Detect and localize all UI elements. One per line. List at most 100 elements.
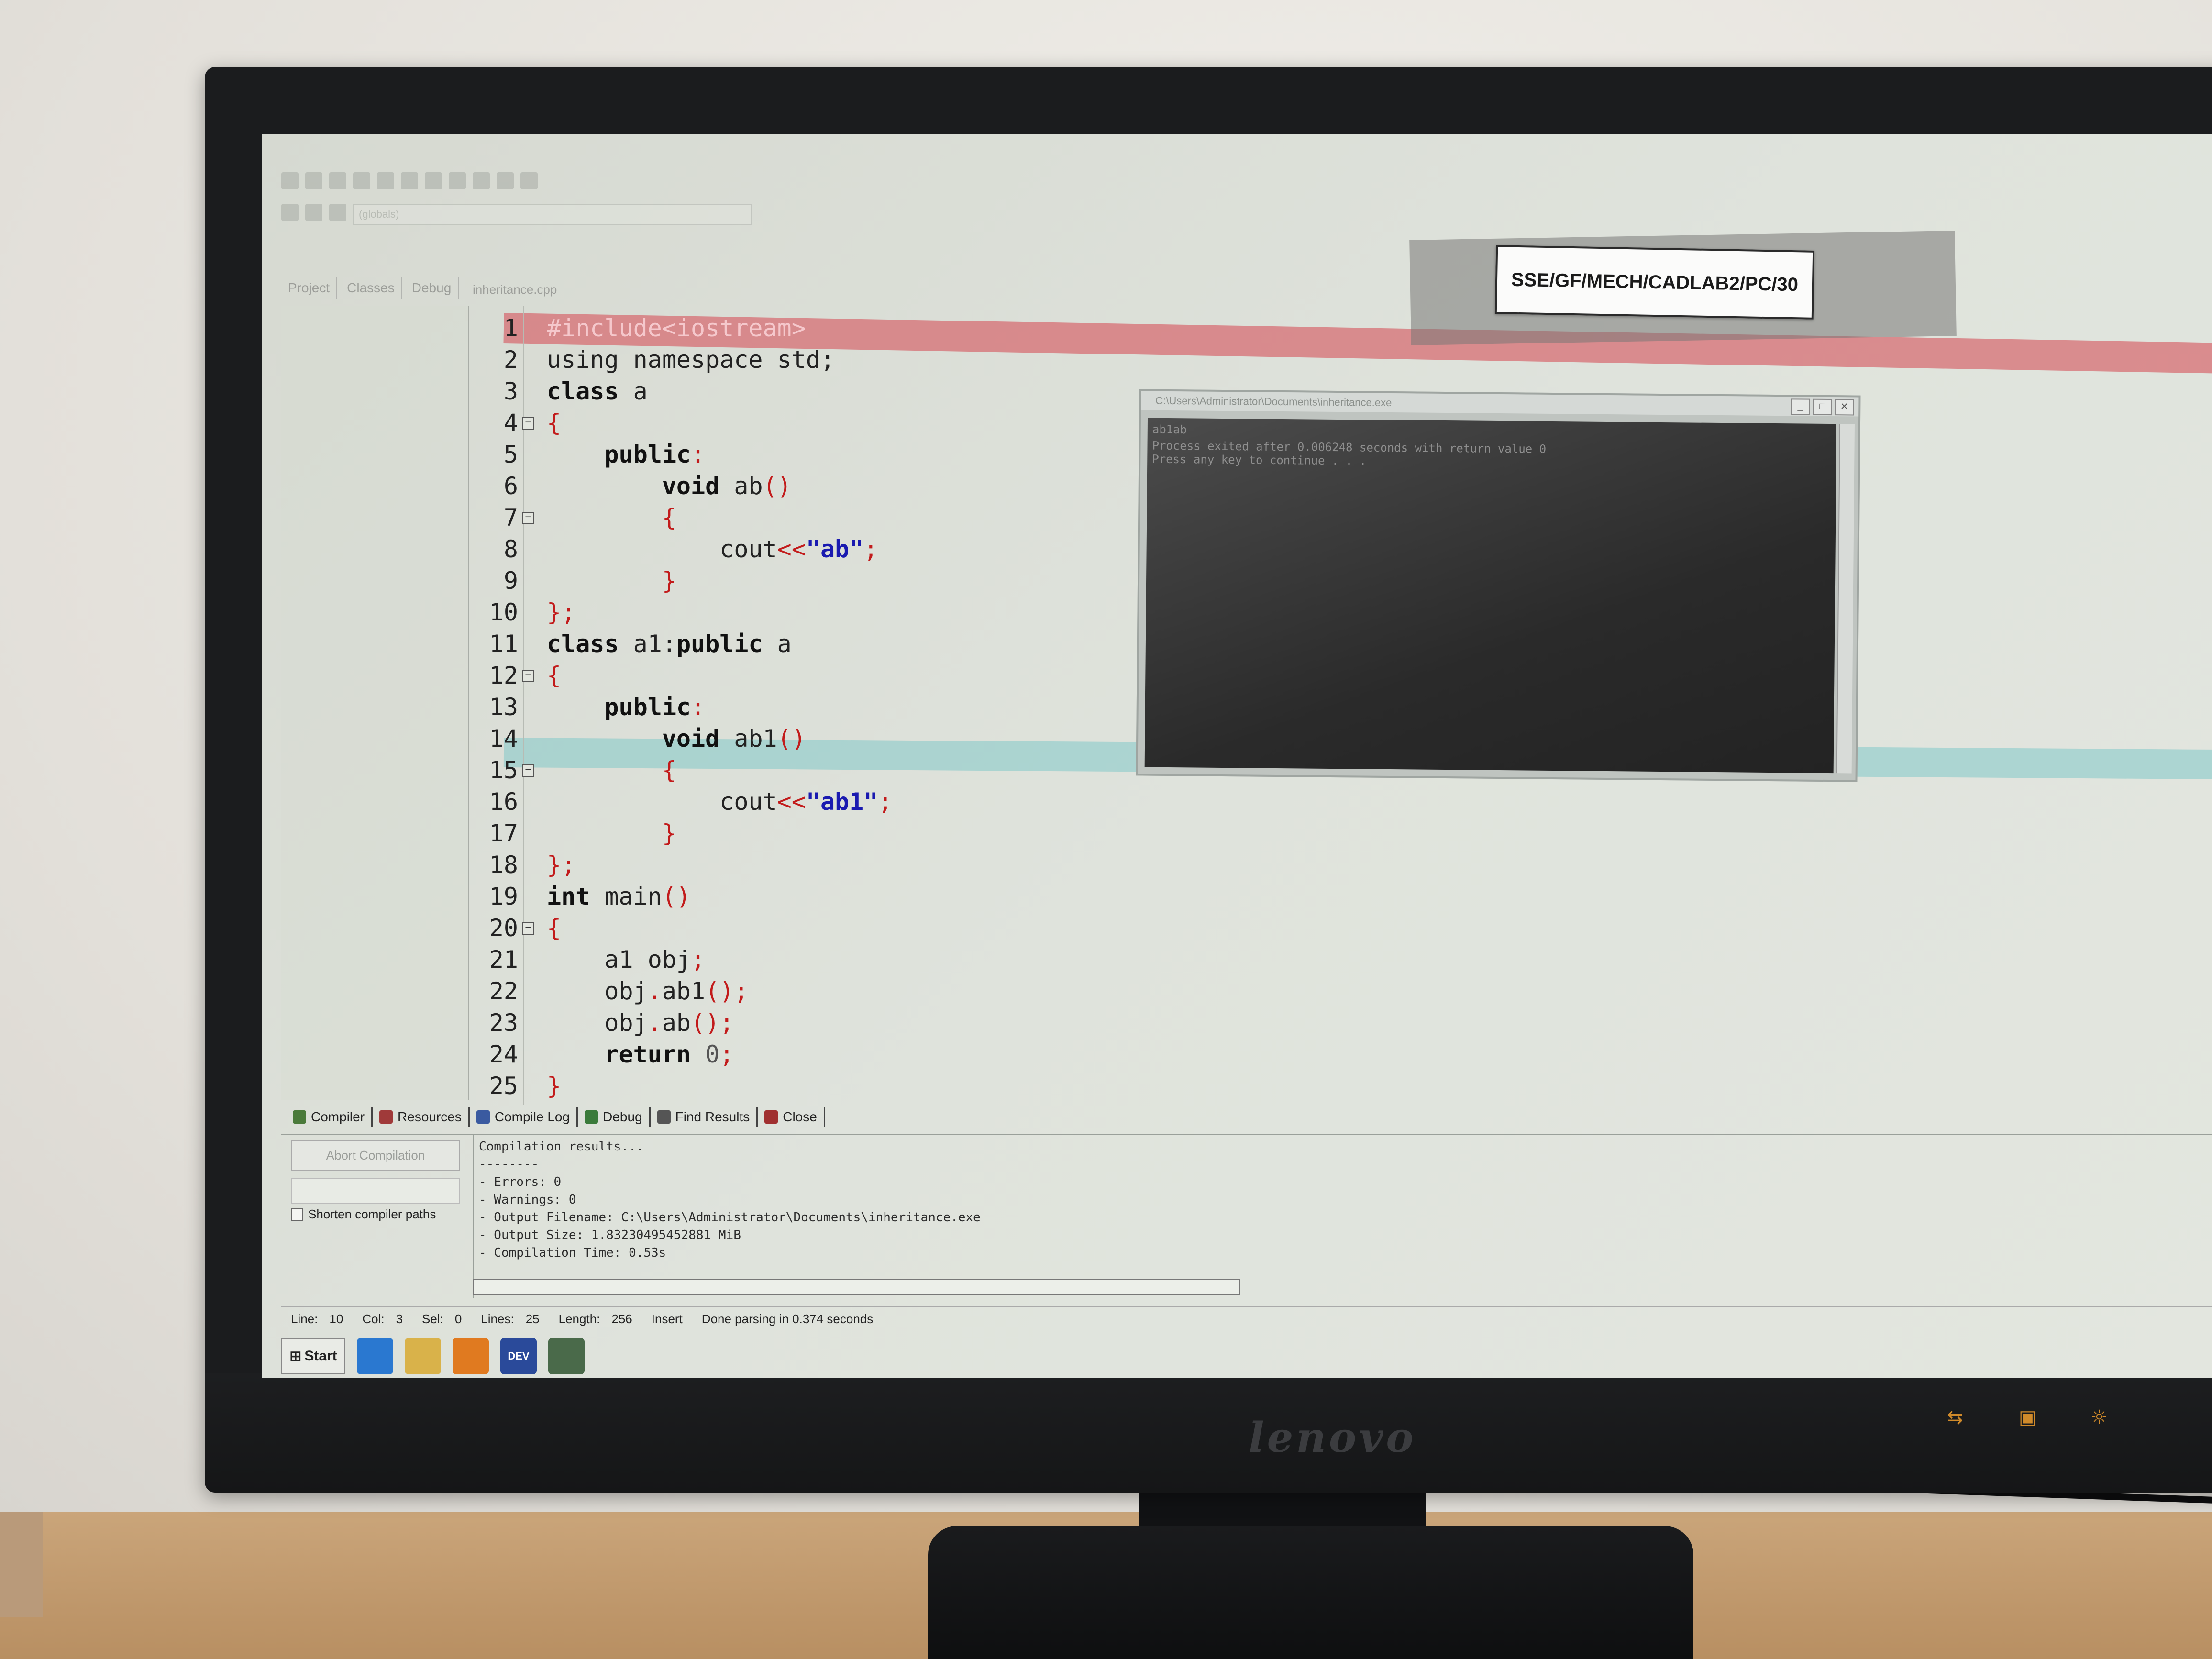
code-line[interactable]: 25} <box>470 1071 561 1101</box>
fold-toggle-icon[interactable]: − <box>522 512 534 524</box>
code-line[interactable]: 7 { <box>470 502 676 533</box>
scope-combo[interactable]: (globals) <box>353 204 752 225</box>
shorten-paths-checkbox[interactable] <box>291 1208 303 1221</box>
line-number: 7 <box>503 504 518 531</box>
close-icon <box>764 1110 778 1124</box>
project-browser-panel <box>281 306 469 1100</box>
code-line[interactable]: 15 { <box>470 755 676 785</box>
console-title-bar[interactable]: C:\Users\Administrator\Documents\inherit… <box>1141 391 1859 417</box>
tab-label: Close <box>783 1109 817 1124</box>
fold-toggle-icon[interactable]: − <box>522 670 534 682</box>
code-token: obj <box>547 1009 648 1037</box>
code-token: }; <box>547 851 576 879</box>
code-line[interactable]: 16 cout << "ab1"; <box>470 786 893 817</box>
toggle-icon[interactable] <box>329 204 346 221</box>
window-controls: _ □ ✕ <box>1791 398 1854 416</box>
code-token: ab1 <box>662 977 706 1005</box>
shorten-paths-option[interactable]: Shorten compiler paths <box>291 1207 436 1222</box>
console-scrollbar[interactable] <box>1836 424 1855 774</box>
code-line[interactable]: 3 class a <box>470 376 648 407</box>
devcpp-icon[interactable]: DEV <box>500 1338 537 1374</box>
abort-compilation-button[interactable]: Abort Compilation <box>291 1140 460 1171</box>
code-line[interactable]: 19 int main() <box>470 881 691 912</box>
code-line[interactable]: 18}; <box>470 850 575 880</box>
tab-find-results[interactable]: Find Results <box>651 1107 758 1127</box>
save-icon[interactable] <box>329 172 346 189</box>
code-line[interactable]: 2 using namespace std; <box>470 344 835 375</box>
print-icon[interactable] <box>401 172 418 189</box>
fold-toggle-icon[interactable]: − <box>522 417 534 430</box>
code-line[interactable]: 13 public: <box>470 692 705 722</box>
start-button[interactable]: ⊞ Start <box>281 1338 345 1374</box>
code-line[interactable]: 1 #include<iostream> <box>470 313 806 343</box>
insert-icon[interactable] <box>305 204 322 221</box>
tab-compile-log[interactable]: Compile Log <box>470 1107 578 1127</box>
compile-icon[interactable] <box>473 172 490 189</box>
tab-label: Compiler <box>311 1109 365 1124</box>
code-line[interactable]: 24 return 0; <box>470 1039 734 1070</box>
log-line: Compilation results... <box>479 1139 644 1154</box>
maximize-icon[interactable]: □ <box>1813 398 1832 416</box>
code-token: a1 obj <box>547 946 691 973</box>
minimize-icon[interactable]: _ <box>1791 398 1810 415</box>
editor-file-tab[interactable]: inheritance.cpp <box>473 282 557 297</box>
code-line[interactable]: 9 } <box>470 565 676 596</box>
code-line[interactable]: 4{ <box>470 408 561 438</box>
tab-compiler[interactable]: Compiler <box>286 1107 373 1127</box>
close-window-icon[interactable]: ✕ <box>1835 399 1854 416</box>
taskbar: ⊞ Start DEV <box>281 1335 2212 1378</box>
line-number: 3 <box>503 377 518 405</box>
code-line[interactable]: 10}; <box>470 597 575 628</box>
fold-toggle-icon[interactable]: − <box>522 764 534 777</box>
undo-icon[interactable] <box>425 172 442 189</box>
compile-run-icon[interactable] <box>520 172 538 189</box>
code-token: using namespace std; <box>547 346 835 374</box>
new-class-icon[interactable] <box>281 204 299 221</box>
tab-debug[interactable]: Debug <box>405 277 459 299</box>
ie-icon[interactable] <box>357 1338 393 1374</box>
open-file-icon[interactable] <box>305 172 322 189</box>
status-lines: Lines: 25 <box>481 1311 540 1326</box>
code-token: { <box>662 504 676 531</box>
code-line[interactable]: 14 void ab1() <box>470 723 806 754</box>
tab-label: Compile Log <box>494 1109 570 1124</box>
code-line[interactable]: 17 } <box>470 818 676 849</box>
line-number: 12 <box>489 662 518 689</box>
new-file-icon[interactable] <box>281 172 299 189</box>
tab-resources[interactable]: Resources <box>373 1107 470 1127</box>
fold-toggle-icon[interactable]: − <box>522 922 534 935</box>
code-line[interactable]: 12 { <box>470 660 561 691</box>
console-window[interactable]: C:\Users\Administrator\Documents\inherit… <box>1136 389 1861 782</box>
log-horizontal-scrollbar[interactable] <box>473 1279 1240 1295</box>
code-line[interactable]: 5 public: <box>470 439 705 470</box>
tab-project[interactable]: Project <box>281 277 338 299</box>
save-all-icon[interactable] <box>353 172 370 189</box>
code-line[interactable]: 6 void ab() <box>470 471 792 501</box>
tab-debug[interactable]: Debug <box>578 1107 651 1127</box>
run-icon[interactable] <box>497 172 514 189</box>
line-number: 20 <box>489 914 518 942</box>
console-app-icon[interactable] <box>548 1338 585 1374</box>
folder-icon[interactable] <box>405 1338 441 1374</box>
code-line[interactable]: 21 a1 obj; <box>470 944 705 975</box>
code-line[interactable]: 8 cout << "ab"; <box>470 534 878 564</box>
code-line[interactable]: 20 { <box>470 913 561 943</box>
media-player-icon[interactable] <box>453 1338 489 1374</box>
tab-close[interactable]: Close <box>758 1107 825 1127</box>
code-line[interactable]: 23 obj. ab (); <box>470 1007 734 1038</box>
tab-classes[interactable]: Classes <box>340 277 402 299</box>
line-number: 6 <box>503 472 518 500</box>
code-token: . <box>647 1009 662 1037</box>
monitor-buttons: ⇆ ▣ ☼ <box>1913 1406 2212 1469</box>
code-line[interactable]: 11 class a1: public a <box>470 629 792 659</box>
status-length: Length: 256 <box>558 1311 632 1326</box>
close-file-icon[interactable] <box>377 172 394 189</box>
code-token: << <box>777 788 806 816</box>
code-line[interactable]: 22 obj. ab1 (); <box>470 976 749 1006</box>
redo-icon[interactable] <box>449 172 466 189</box>
